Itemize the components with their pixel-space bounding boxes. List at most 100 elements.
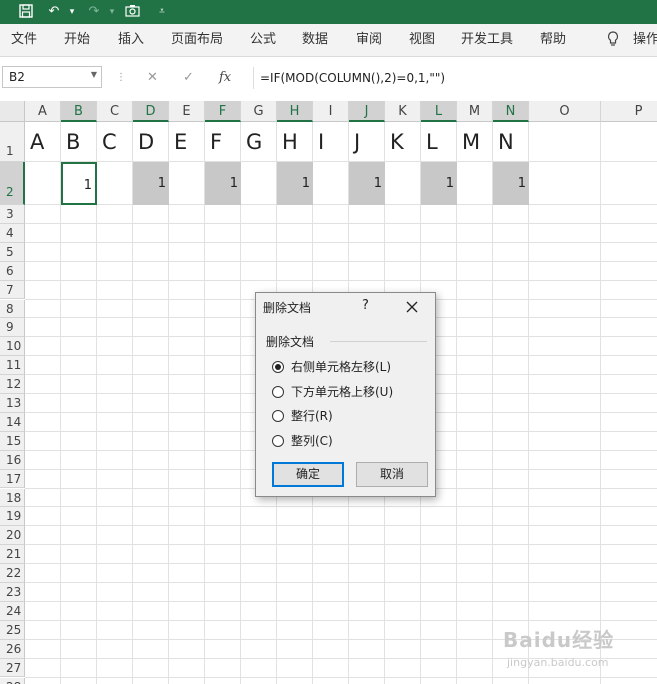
column-header-i[interactable]: I bbox=[313, 101, 349, 122]
redo-dropdown-icon[interactable]: ▾ bbox=[102, 2, 122, 22]
cell-k1[interactable]: K bbox=[385, 122, 421, 162]
row-header-5[interactable]: 5 bbox=[0, 242, 25, 262]
column-header-p[interactable]: P bbox=[601, 101, 657, 122]
row-header-26[interactable]: 26 bbox=[0, 639, 25, 659]
cell-i1[interactable]: I bbox=[313, 122, 349, 162]
cell-l2[interactable]: 1 bbox=[421, 162, 457, 205]
cell-j1[interactable]: J bbox=[349, 122, 385, 162]
undo-dropdown-icon[interactable]: ▾ bbox=[62, 2, 82, 22]
column-header-m[interactable]: M bbox=[457, 101, 493, 122]
row-header-17[interactable]: 17 bbox=[0, 469, 25, 489]
row-header-28[interactable]: 28 bbox=[0, 677, 25, 684]
column-header-n[interactable]: N bbox=[493, 101, 529, 122]
row-header-4[interactable]: 4 bbox=[0, 223, 25, 243]
redo-icon[interactable]: ↷ bbox=[84, 2, 104, 22]
column-header-g[interactable]: G bbox=[241, 101, 277, 122]
column-header-h[interactable]: H bbox=[277, 101, 313, 122]
column-header-f[interactable]: F bbox=[205, 101, 241, 122]
tab-home[interactable]: 开始 bbox=[64, 31, 90, 49]
cell-h2[interactable]: 1 bbox=[277, 162, 313, 205]
select-all-corner[interactable] bbox=[0, 101, 25, 122]
row-header-13[interactable]: 13 bbox=[0, 394, 25, 413]
tab-file[interactable]: 文件 bbox=[11, 31, 37, 49]
column-header-l[interactable]: L bbox=[421, 101, 457, 122]
cancel-button[interactable]: 取消 bbox=[356, 462, 428, 487]
save-icon[interactable] bbox=[16, 2, 36, 22]
tab-developer[interactable]: 开发工具 bbox=[461, 31, 513, 49]
close-icon[interactable] bbox=[402, 297, 422, 317]
row-header-25[interactable]: 25 bbox=[0, 620, 25, 640]
radio-button[interactable] bbox=[272, 435, 284, 447]
cell-l1[interactable]: L bbox=[421, 122, 457, 162]
row-header-21[interactable]: 21 bbox=[0, 545, 25, 565]
tab-data[interactable]: 数据 bbox=[302, 31, 328, 49]
tab-formulas[interactable]: 公式 bbox=[250, 31, 276, 49]
confirm-entry-icon[interactable]: ✓ bbox=[183, 71, 194, 85]
tab-help[interactable]: 帮助 bbox=[540, 31, 566, 49]
row-header-6[interactable]: 6 bbox=[0, 261, 25, 281]
undo-icon[interactable]: ↶ bbox=[44, 2, 64, 22]
tab-insert[interactable]: 插入 bbox=[118, 31, 144, 49]
column-header-k[interactable]: K bbox=[385, 101, 421, 122]
tab-view[interactable]: 视图 bbox=[409, 31, 435, 49]
column-header-d[interactable]: D bbox=[133, 101, 169, 122]
cell-n2[interactable]: 1 bbox=[493, 162, 529, 205]
row-header-18[interactable]: 18 bbox=[0, 488, 25, 508]
column-header-e[interactable]: E bbox=[169, 101, 205, 122]
cell-c1[interactable]: C bbox=[97, 122, 133, 162]
help-button[interactable]: ? bbox=[362, 298, 369, 313]
column-header-o[interactable]: O bbox=[529, 101, 601, 122]
row-header-24[interactable]: 24 bbox=[0, 601, 25, 621]
cell-d1[interactable]: D bbox=[133, 122, 169, 162]
tab-review[interactable]: 审阅 bbox=[356, 31, 382, 49]
row-header-9[interactable]: 9 bbox=[0, 318, 25, 338]
cancel-entry-icon[interactable]: ✕ bbox=[147, 71, 158, 85]
column-header-j[interactable]: J bbox=[349, 101, 385, 122]
row-header-1[interactable]: 1 bbox=[0, 122, 25, 162]
formula-input[interactable]: =IF(MOD(COLUMN(),2)=0,1,"") bbox=[253, 67, 657, 89]
cell-f1[interactable]: F bbox=[205, 122, 241, 162]
row-header-27[interactable]: 27 bbox=[0, 658, 25, 678]
radio-button[interactable] bbox=[272, 410, 284, 422]
cell-d2[interactable]: 1 bbox=[133, 162, 169, 205]
cell-f2[interactable]: 1 bbox=[205, 162, 241, 205]
cell-a1[interactable]: A bbox=[25, 122, 61, 162]
cell-m1[interactable]: M bbox=[457, 122, 493, 162]
cell-h1[interactable]: H bbox=[277, 122, 313, 162]
row-header-20[interactable]: 20 bbox=[0, 526, 25, 546]
row-header-3[interactable]: 3 bbox=[0, 205, 25, 224]
name-box[interactable]: B2 ▼ bbox=[2, 66, 102, 88]
row-header-14[interactable]: 14 bbox=[0, 412, 25, 432]
row-header-15[interactable]: 15 bbox=[0, 431, 25, 451]
radio-button[interactable] bbox=[272, 361, 284, 373]
more-options-icon[interactable]: ⋮ bbox=[116, 71, 126, 85]
lightbulb-icon[interactable] bbox=[607, 31, 619, 53]
tab-page-layout[interactable]: 页面布局 bbox=[171, 31, 223, 49]
row-header-7[interactable]: 7 bbox=[0, 280, 25, 300]
cell-g1[interactable]: G bbox=[241, 122, 277, 162]
camera-icon[interactable] bbox=[122, 2, 142, 22]
tell-me-search[interactable]: 操作 bbox=[633, 31, 657, 49]
row-header-10[interactable]: 10 bbox=[0, 337, 25, 357]
name-box-dropdown-icon[interactable]: ▼ bbox=[91, 70, 97, 79]
cell-b2[interactable]: 1 bbox=[61, 162, 97, 205]
row-header-11[interactable]: 11 bbox=[0, 356, 25, 376]
customize-qat-icon[interactable]: ⩡ bbox=[152, 2, 172, 22]
column-header-b[interactable]: B bbox=[61, 101, 97, 122]
column-header-c[interactable]: C bbox=[97, 101, 133, 122]
row-header-2[interactable]: 2 bbox=[0, 162, 25, 205]
column-header-a[interactable]: A bbox=[25, 101, 61, 122]
row-header-22[interactable]: 22 bbox=[0, 564, 25, 583]
cell-j2[interactable]: 1 bbox=[349, 162, 385, 205]
cell-b1[interactable]: B bbox=[61, 122, 97, 162]
ok-button[interactable]: 确定 bbox=[272, 462, 344, 487]
row-header-8[interactable]: 8 bbox=[0, 299, 25, 319]
row-header-16[interactable]: 16 bbox=[0, 450, 25, 470]
cell-n1[interactable]: N bbox=[493, 122, 529, 162]
cell-e1[interactable]: E bbox=[169, 122, 205, 162]
row-header-19[interactable]: 19 bbox=[0, 507, 25, 527]
row-header-12[interactable]: 12 bbox=[0, 375, 25, 394]
radio-button[interactable] bbox=[272, 386, 284, 398]
row-header-23[interactable]: 23 bbox=[0, 583, 25, 602]
insert-function-icon[interactable]: fx bbox=[219, 71, 231, 85]
